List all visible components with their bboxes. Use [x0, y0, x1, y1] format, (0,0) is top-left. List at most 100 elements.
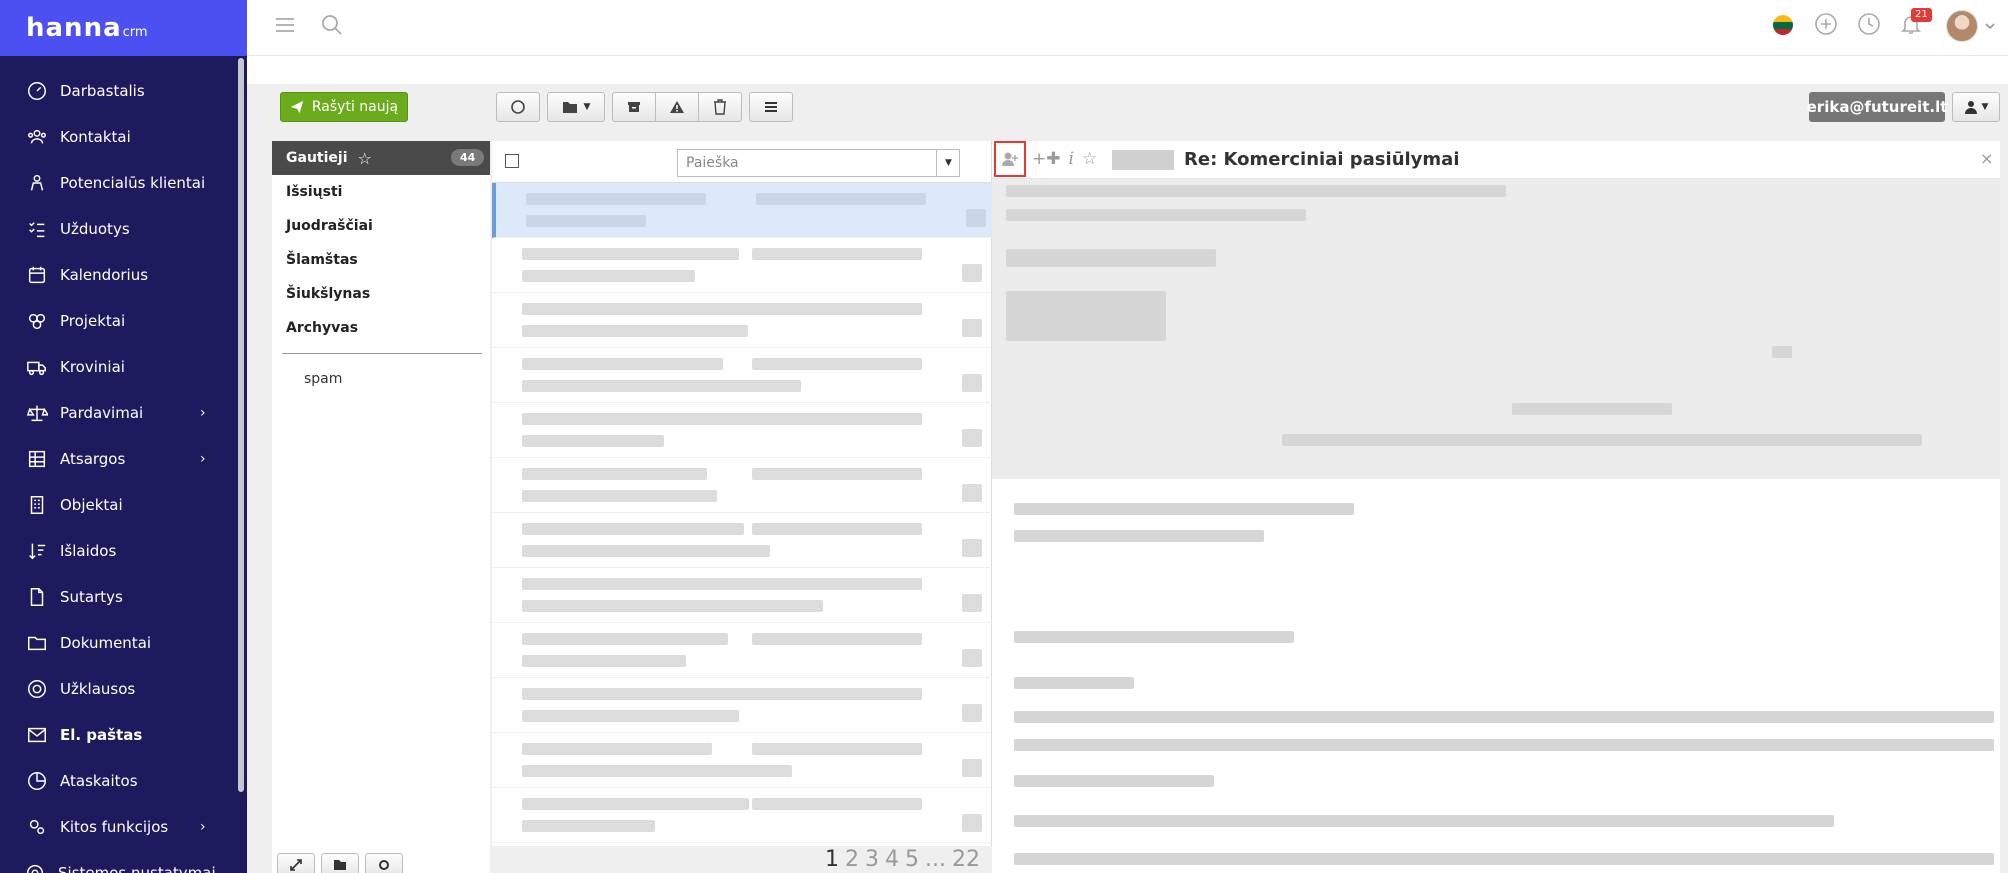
document-icon: [30, 588, 44, 606]
page-link[interactable]: 1: [825, 847, 839, 872]
list-item[interactable]: [492, 458, 992, 513]
nav-item-ataskaitos[interactable]: Ataskaitos: [0, 758, 247, 804]
redacted-sender: [522, 743, 712, 755]
redacted-preview: [522, 820, 655, 832]
list-item[interactable]: [492, 733, 992, 788]
star-icon[interactable]: ☆: [1082, 149, 1097, 169]
user-menu-button[interactable]: ▼: [1952, 92, 2000, 122]
grid-icon: [28, 450, 46, 468]
folder-archive[interactable]: Archyvas: [272, 311, 490, 345]
nav-item-kalendorius[interactable]: Kalendorius: [0, 252, 247, 298]
contacts-icon: [28, 129, 46, 144]
redacted-date: [752, 743, 922, 755]
page-link[interactable]: 5: [905, 847, 919, 872]
redacted-sender: [522, 303, 776, 315]
folder-trash[interactable]: Šiukšlynas: [272, 277, 490, 311]
nav-item-dokumentai[interactable]: Dokumentai: [0, 620, 247, 666]
nav-item-sistemos-nustatymai[interactable]: Sistemos nustatymai: [0, 850, 247, 873]
page-ellipsis: ...: [925, 847, 946, 872]
archive-icon: [628, 102, 640, 112]
sidebar-scrollbar[interactable]: [238, 58, 244, 792]
nav-item-projektai[interactable]: Projektai: [0, 298, 247, 344]
page-link[interactable]: 3: [865, 847, 879, 872]
collapse-button[interactable]: [277, 853, 315, 873]
brand-logo[interactable]: hanna crm: [0, 0, 247, 56]
nav-item-kontaktai[interactable]: Kontaktai: [0, 114, 247, 160]
nav-item-label: Objektai: [60, 496, 123, 514]
list-item[interactable]: [492, 183, 992, 238]
nav-item-label: Užduotys: [60, 220, 130, 238]
close-icon[interactable]: ×: [1980, 149, 1993, 168]
list-item[interactable]: [492, 348, 992, 403]
list-item[interactable]: [492, 513, 992, 568]
redacted-flag: [962, 704, 982, 722]
list-item[interactable]: [492, 678, 992, 733]
nav-item-label: Dokumentai: [60, 634, 152, 652]
more-actions-button[interactable]: [749, 92, 793, 122]
folder-manage-button[interactable]: [321, 853, 359, 873]
add-contact-button[interactable]: [994, 141, 1026, 177]
list-item[interactable]: [492, 403, 992, 458]
avatar[interactable]: [1946, 10, 1978, 42]
archive-button[interactable]: [612, 92, 656, 122]
redacted-flag: [966, 209, 986, 227]
spam-button[interactable]: [655, 92, 699, 122]
list-item[interactable]: [492, 568, 992, 623]
folder-junk[interactable]: Šlamštas: [272, 243, 490, 277]
add-circle-icon[interactable]: [1814, 12, 1838, 36]
nav-item-darbastalis[interactable]: Darbastalis: [0, 68, 247, 114]
star-icon[interactable]: ☆: [358, 149, 372, 168]
brand-suffix: crm: [122, 24, 148, 40]
collapse-icon: [290, 859, 302, 871]
nav-item-kroviniai[interactable]: Kroviniai: [0, 344, 247, 390]
list-item[interactable]: [492, 238, 992, 293]
select-all-checkbox[interactable]: [505, 154, 519, 168]
add-icon[interactable]: +✚: [1032, 149, 1061, 169]
page-link[interactable]: 4: [885, 847, 899, 872]
move-to-folder-button[interactable]: ▼: [547, 92, 605, 122]
hamburger-menu-icon[interactable]: [274, 14, 296, 36]
nav-item-atsargos[interactable]: Atsargos ›: [0, 436, 247, 482]
nav-item-el-pastas[interactable]: El. paštas: [0, 712, 247, 758]
unread-count-badge: 44: [451, 149, 485, 166]
settings-icon: [26, 864, 44, 873]
delete-button[interactable]: [698, 92, 742, 122]
search-icon[interactable]: [320, 13, 344, 37]
projects-icon: [28, 313, 46, 330]
nav-item-potencialus-klientai[interactable]: Potencialūs klientai: [0, 160, 247, 206]
nav-item-islaidos[interactable]: Išlaidos: [0, 528, 247, 574]
list-item[interactable]: [492, 788, 992, 843]
list-item[interactable]: [492, 293, 992, 348]
nav-item-uzduotys[interactable]: Užduotys: [0, 206, 247, 252]
nav-item-label: Potencialūs klientai: [60, 174, 206, 192]
page-link[interactable]: 2: [845, 847, 859, 872]
page-link[interactable]: 22: [952, 847, 980, 872]
clock-icon[interactable]: [1857, 12, 1881, 36]
list-item[interactable]: [492, 623, 992, 678]
nav-item-sutartys[interactable]: Sutartys: [0, 574, 247, 620]
refresh-button[interactable]: [496, 92, 540, 122]
search-options-dropdown[interactable]: ▼: [936, 149, 960, 177]
redacted-sender: [522, 798, 749, 810]
info-icon[interactable]: i: [1069, 149, 1074, 169]
redacted-text: [1014, 775, 1214, 787]
nav-item-objektai[interactable]: Objektai: [0, 482, 247, 528]
nav-item-uzklausos[interactable]: Užklausos: [0, 666, 247, 712]
folder-sent[interactable]: Išsiųsti: [272, 175, 490, 209]
nav-item-label: Projektai: [60, 312, 126, 330]
redacted-preview: [522, 710, 739, 722]
nav-item-pardavimai[interactable]: Pardavimai ›: [0, 390, 247, 436]
folder-drafts[interactable]: Juodraščiai: [272, 209, 490, 243]
nav-item-kitos-funkcijos[interactable]: Kitos funkcijos ›: [0, 804, 247, 850]
search-input[interactable]: Paieška: [677, 149, 960, 177]
redacted-text: [1014, 815, 1834, 827]
redacted-flag: [962, 319, 982, 337]
compose-button[interactable]: Rašyti naują: [280, 92, 408, 122]
dashboard-icon: [28, 82, 46, 100]
redacted-date: [752, 688, 922, 700]
folder-inbox[interactable]: Gautieji ☆ 44: [272, 141, 490, 175]
lithuania-flag-icon[interactable]: [1772, 14, 1794, 36]
settings-button[interactable]: [365, 853, 403, 873]
folder-spam[interactable]: spam: [272, 362, 490, 396]
chevron-down-icon[interactable]: [1984, 21, 1996, 31]
